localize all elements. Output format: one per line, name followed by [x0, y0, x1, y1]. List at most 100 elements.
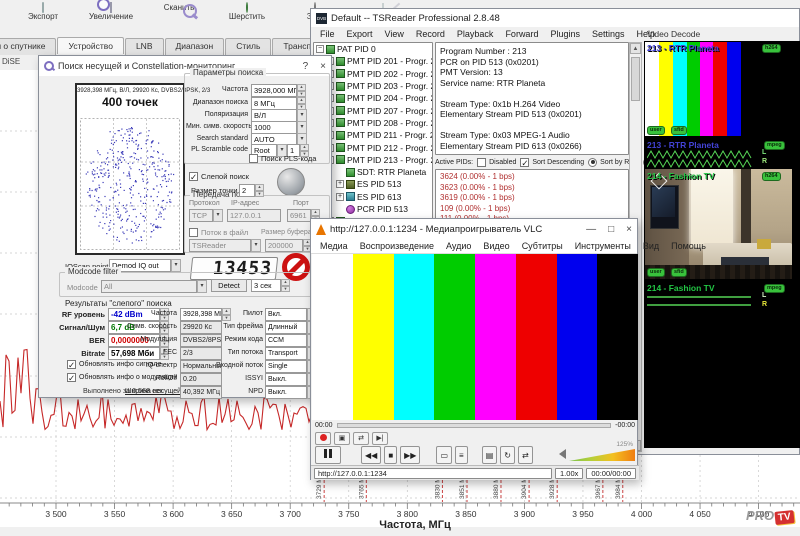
tab-1[interactable]: Информация о спутнике	[0, 38, 56, 55]
checkbox-icon[interactable]: ✓	[189, 172, 198, 181]
protv-logo: PROTV	[746, 508, 794, 524]
equalizer-button[interactable]: ≡	[455, 446, 468, 464]
tab-4[interactable]: Диапазон	[165, 38, 225, 55]
vlc-menu-item[interactable]: Аудио	[441, 240, 476, 252]
checkbox-icon[interactable]	[477, 158, 486, 167]
toolbar-button-4[interactable]: Шерстить	[218, 2, 276, 38]
vlc-titlebar[interactable]: http://127.0.0.1:1234 - Медиапроигрывате…	[311, 219, 637, 239]
vlc-menu-item[interactable]: Субтитры	[517, 240, 568, 252]
seek-slider[interactable]	[337, 423, 612, 428]
speaker-icon[interactable]	[554, 449, 566, 459]
toolbar-button-3[interactable]: Сканить	[150, 2, 208, 38]
dot-size-stepper[interactable]: 2▲▼	[239, 184, 264, 197]
checkbox-icon[interactable]	[189, 228, 198, 237]
vlc-menu-item[interactable]: Помощь	[666, 240, 711, 252]
pid-list-item[interactable]: 3619 (0.00% - 1 bps)	[440, 193, 624, 204]
pid-list-item[interactable]: 3623 (0.00% - 1 bps)	[440, 183, 624, 194]
stop-button[interactable]: ■	[384, 446, 397, 464]
stream-col-label-2: IP-адрес	[231, 200, 259, 207]
tree-node-label: SDT: RTR Planeta	[357, 167, 426, 177]
close-icon[interactable]: ×	[626, 224, 632, 235]
param-control-1[interactable]: 3928,000 МГц▲▼	[251, 84, 306, 97]
colorbar-2	[353, 254, 394, 420]
volume-slider[interactable]	[569, 449, 635, 461]
fullscreen-button[interactable]: ▭	[436, 446, 452, 464]
frame-step-button[interactable]: ▶|	[372, 432, 388, 445]
shuffle-button[interactable]: ⇄	[518, 446, 533, 464]
close-icon[interactable]: ×	[320, 61, 326, 72]
checkbox-icon[interactable]: ✓	[67, 373, 76, 382]
video-thumbnail-213[interactable]	[645, 42, 792, 136]
radio-icon[interactable]	[588, 158, 597, 167]
snapshot-button[interactable]: ▣	[334, 432, 350, 445]
pause-button[interactable]	[315, 446, 341, 464]
vlc-menu-item[interactable]: Вид	[638, 240, 664, 252]
expand-icon[interactable]: +	[336, 180, 344, 188]
detect-button[interactable]: Detect	[211, 279, 247, 292]
tsreader-app-icon: DVB	[316, 13, 327, 24]
tree-node-label: PMT PID 208 - Progr. 208	[347, 118, 433, 128]
tree-node[interactable]: − PAT PID 0	[314, 43, 432, 55]
tab-3[interactable]: LNB	[125, 38, 164, 55]
sort-descending-checkbox[interactable]: ✓Sort Descending	[520, 158, 584, 167]
param-label-1: Частота	[186, 86, 248, 93]
vlc-menu-item[interactable]: Медиа	[315, 240, 353, 252]
mode-label-5: Входной поток	[213, 362, 263, 369]
menu-plugins[interactable]: Plugins	[545, 28, 585, 40]
menu-settings[interactable]: Settings	[587, 28, 630, 40]
help-button[interactable]: ?	[303, 61, 309, 72]
minimize-button[interactable]: —	[586, 224, 596, 235]
vlc-video-colorbars[interactable]	[312, 254, 638, 420]
vlc-menu-item[interactable]: Видео	[478, 240, 514, 252]
menu-export[interactable]: Export	[342, 28, 378, 40]
ab-loop-button[interactable]: ⇄	[353, 432, 369, 445]
pid-list-item[interactable]: 3624 (0.00% - 1 bps)	[440, 172, 624, 183]
tsreader-titlebar[interactable]: DVB Default -- TSReader Professional 2.8…	[311, 9, 799, 27]
channel-214-audio-title: 214 - Fashion TV	[647, 283, 715, 293]
toolbar-button-label: Шерстить	[218, 12, 276, 21]
checkbox-icon[interactable]	[249, 154, 258, 163]
vlc-window[interactable]: http://127.0.0.1:1234 - Медиапроигрывате…	[310, 218, 638, 480]
vlc-menu-item[interactable]: Инструменты	[570, 240, 636, 252]
loop-button[interactable]: ↻	[500, 446, 515, 464]
checkbox-icon[interactable]: ✓	[520, 158, 529, 167]
pat-icon	[326, 45, 335, 54]
scrollbar-thumb[interactable]	[631, 57, 640, 101]
blind-search-checkbox[interactable]: ✓Слепой поиск	[189, 172, 249, 181]
vlc-main-controls: ◀◀ ■ ▶▶ ▭ ≡ ▤ ↻ ⇄ 125%	[315, 445, 635, 465]
menu-view[interactable]: View	[380, 28, 409, 40]
previous-button[interactable]: ◀◀	[361, 446, 381, 464]
menu-playback[interactable]: Playback	[452, 28, 499, 40]
stream-to-file-checkbox[interactable]: Поток в файл	[189, 228, 248, 237]
record-button[interactable]	[315, 432, 331, 445]
checkbox-icon[interactable]: ✓	[67, 360, 76, 369]
tab-2[interactable]: Устройство	[57, 37, 123, 54]
tree-node-label: PAT PID 0	[337, 44, 376, 54]
menu-record[interactable]: Record	[411, 28, 450, 40]
pid-list-item[interactable]: 109 (0.00% - 1 bps)	[440, 204, 624, 215]
maximize-button[interactable]: □	[608, 224, 614, 235]
badge-user: user	[647, 126, 665, 135]
vlc-menu-item[interactable]: Воспроизведение	[355, 240, 439, 252]
stepper[interactable]: ▲▼	[297, 84, 306, 97]
menu-file[interactable]: File	[315, 28, 340, 40]
carrier-search-dialog[interactable]: Поиск несущей и Constellation-мониторинг…	[38, 55, 332, 398]
scroll-up-icon[interactable]: ▲	[630, 43, 641, 54]
info-label-1: Частота	[125, 310, 177, 317]
toolbar-button-1[interactable]: Экспорт	[14, 2, 72, 38]
info-line	[440, 88, 624, 99]
menu-forward[interactable]: Forward	[500, 28, 543, 40]
detect-interval-stepper[interactable]: 3 сек▲▼	[251, 279, 290, 292]
next-button[interactable]: ▶▶	[400, 446, 420, 464]
video-thumbnail-214[interactable]	[645, 169, 792, 279]
expand-icon[interactable]: +	[336, 193, 344, 201]
vlc-menubar: МедиаВоспроизведениеАудиоВидеоСубтитрыИн…	[311, 239, 637, 254]
disabled-checkbox[interactable]: Disabled	[477, 158, 516, 167]
pls-search-checkbox[interactable]: Поиск PLS-кода	[249, 154, 316, 163]
chevron-down-icon[interactable]: ▾	[171, 259, 181, 272]
toolbar-button-2[interactable]: Увеличение	[82, 2, 140, 38]
collapse-icon[interactable]: −	[316, 45, 324, 53]
playback-rate[interactable]: 1.00x	[555, 468, 583, 479]
playlist-button[interactable]: ▤	[482, 446, 498, 464]
tab-5[interactable]: Стиль	[225, 38, 271, 55]
